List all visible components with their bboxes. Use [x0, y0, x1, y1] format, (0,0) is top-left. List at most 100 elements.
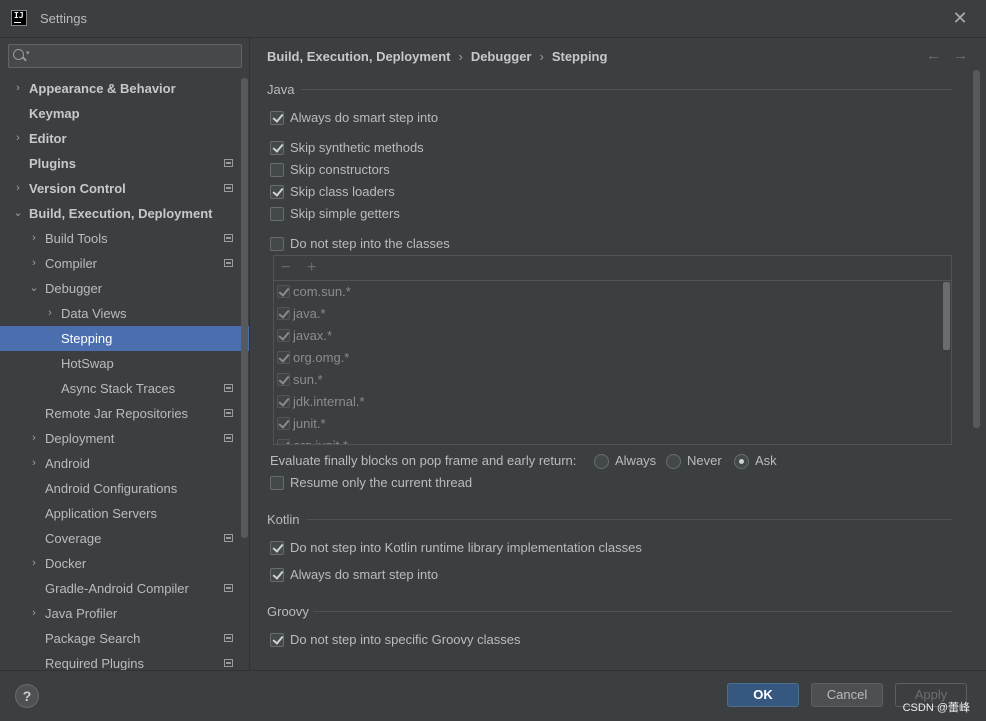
chevron-right-icon[interactable]: ›: [12, 126, 24, 151]
search-icon: [13, 49, 24, 60]
chevron-down-icon[interactable]: ⌄: [28, 276, 40, 301]
forward-arrow-icon[interactable]: →: [953, 47, 968, 64]
sidebar-item[interactable]: › Android: [0, 451, 249, 476]
list-item[interactable]: jdk.internal.*: [274, 391, 951, 413]
checkbox[interactable]: [270, 141, 284, 155]
search-input[interactable]: ▾: [8, 44, 242, 68]
sidebar-item[interactable]: Android Configurations: [0, 476, 249, 501]
breadcrumb-item: Stepping: [551, 49, 608, 64]
back-arrow-icon[interactable]: ←: [926, 47, 941, 64]
checkbox[interactable]: [270, 633, 284, 647]
sidebar-item-label: Required Plugins: [45, 656, 145, 670]
chevron-down-icon[interactable]: ⌄: [12, 201, 24, 226]
search-dropdown-icon[interactable]: ▾: [26, 49, 30, 57]
sidebar-item[interactable]: › Java Profiler: [0, 601, 249, 626]
sidebar-item[interactable]: › Editor: [0, 126, 249, 151]
checkbox[interactable]: [270, 476, 284, 490]
checkbox[interactable]: [277, 285, 290, 298]
checkbox[interactable]: [277, 307, 290, 320]
chevron-right-icon[interactable]: ›: [12, 76, 24, 101]
list-item[interactable]: org.junit.*: [274, 435, 951, 444]
sidebar-item-label: Application Servers: [45, 506, 157, 521]
radio-always-label[interactable]: Always: [615, 452, 656, 470]
sidebar-item-label: Docker: [45, 556, 87, 571]
list-item[interactable]: sun.*: [274, 369, 951, 391]
class-pattern-label: org.junit.*: [293, 435, 348, 444]
chevron-right-icon[interactable]: ›: [28, 601, 40, 626]
sidebar-item[interactable]: Remote Jar Repositories: [0, 401, 249, 426]
sidebar-item[interactable]: Plugins: [0, 151, 249, 176]
content-scrollbar[interactable]: [973, 70, 980, 428]
checkbox-label: Always do smart step into: [290, 110, 439, 125]
list-item[interactable]: org.omg.*: [274, 347, 951, 369]
list-item[interactable]: com.sun.*: [274, 281, 951, 303]
chevron-right-icon[interactable]: ›: [28, 426, 40, 451]
sidebar-item[interactable]: › Data Views: [0, 301, 249, 326]
sidebar-item-label: Appearance & Behavior: [29, 81, 176, 96]
checkbox[interactable]: [277, 351, 290, 364]
checkbox[interactable]: [270, 237, 284, 251]
sidebar-item-label: Data Views: [61, 306, 127, 321]
ok-button[interactable]: OK: [727, 683, 799, 707]
sidebar-item[interactable]: › Version Control: [0, 176, 249, 201]
sidebar-item[interactable]: › Appearance & Behavior: [0, 76, 249, 101]
help-icon[interactable]: ?: [15, 684, 39, 708]
project-level-icon: [224, 409, 233, 417]
history-navigation: ← →: [914, 47, 968, 64]
radio-never-label[interactable]: Never: [687, 452, 722, 470]
remove-icon[interactable]: −: [281, 259, 290, 277]
radio-ask-label[interactable]: Ask: [755, 452, 777, 470]
sidebar-item[interactable]: › Build Tools: [0, 226, 249, 251]
watermark: CSDN @蕾峰: [902, 702, 970, 714]
checkbox[interactable]: [270, 111, 284, 125]
chevron-right-icon[interactable]: ›: [28, 226, 40, 251]
chevron-right-icon[interactable]: ›: [12, 176, 24, 201]
sidebar-item[interactable]: › Deployment: [0, 426, 249, 451]
checkbox-label: Do not step into Kotlin runtime library …: [290, 540, 642, 555]
sidebar-item[interactable]: Application Servers: [0, 501, 249, 526]
checkbox[interactable]: [277, 417, 290, 430]
sidebar-item[interactable]: Async Stack Traces: [0, 376, 249, 401]
project-level-icon: [224, 434, 233, 442]
class-pattern-label: sun.*: [293, 372, 323, 387]
sidebar-item[interactable]: Coverage: [0, 526, 249, 551]
radio-never[interactable]: [666, 454, 681, 469]
sidebar-item[interactable]: HotSwap: [0, 351, 249, 376]
list-item[interactable]: java.*: [274, 303, 951, 325]
sidebar-item[interactable]: Stepping: [0, 326, 249, 351]
checkbox[interactable]: [270, 541, 284, 555]
sidebar-item[interactable]: Keymap: [0, 101, 249, 126]
chevron-right-icon[interactable]: ›: [28, 251, 40, 276]
chevron-right-icon[interactable]: ›: [44, 301, 56, 326]
sidebar-item[interactable]: ⌄ Build, Execution, Deployment: [0, 201, 249, 226]
list-scrollbar[interactable]: [943, 282, 950, 350]
list-item[interactable]: junit.*: [274, 413, 951, 435]
chevron-right-icon[interactable]: ›: [28, 551, 40, 576]
sidebar-item[interactable]: › Compiler: [0, 251, 249, 276]
sidebar-item[interactable]: Required Plugins: [0, 651, 249, 670]
checkbox[interactable]: [277, 329, 290, 342]
sidebar-item-label: Plugins: [29, 156, 76, 171]
sidebar-scrollbar[interactable]: [241, 78, 248, 538]
checkbox-label: Resume only the current thread: [290, 475, 473, 490]
checkbox[interactable]: [277, 439, 290, 444]
checkbox[interactable]: [270, 207, 284, 221]
list-item[interactable]: javax.*: [274, 325, 951, 347]
add-icon[interactable]: +: [307, 259, 316, 277]
radio-ask[interactable]: [734, 454, 749, 469]
radio-always[interactable]: [594, 454, 609, 469]
project-level-icon: [224, 584, 233, 592]
checkbox[interactable]: [277, 395, 290, 408]
sidebar-item[interactable]: Package Search: [0, 626, 249, 651]
sidebar-item[interactable]: › Docker: [0, 551, 249, 576]
chevron-right-icon[interactable]: ›: [28, 451, 40, 476]
checkbox[interactable]: [277, 373, 290, 386]
sidebar-item[interactable]: Gradle-Android Compiler: [0, 576, 249, 601]
sidebar-item[interactable]: ⌄ Debugger: [0, 276, 249, 301]
close-icon[interactable]: ✕: [950, 8, 970, 28]
checkbox[interactable]: [270, 185, 284, 199]
cancel-button[interactable]: Cancel: [811, 683, 883, 707]
checkbox[interactable]: [270, 163, 284, 177]
checkbox[interactable]: [270, 568, 284, 582]
intellij-icon: IJ: [11, 10, 27, 26]
